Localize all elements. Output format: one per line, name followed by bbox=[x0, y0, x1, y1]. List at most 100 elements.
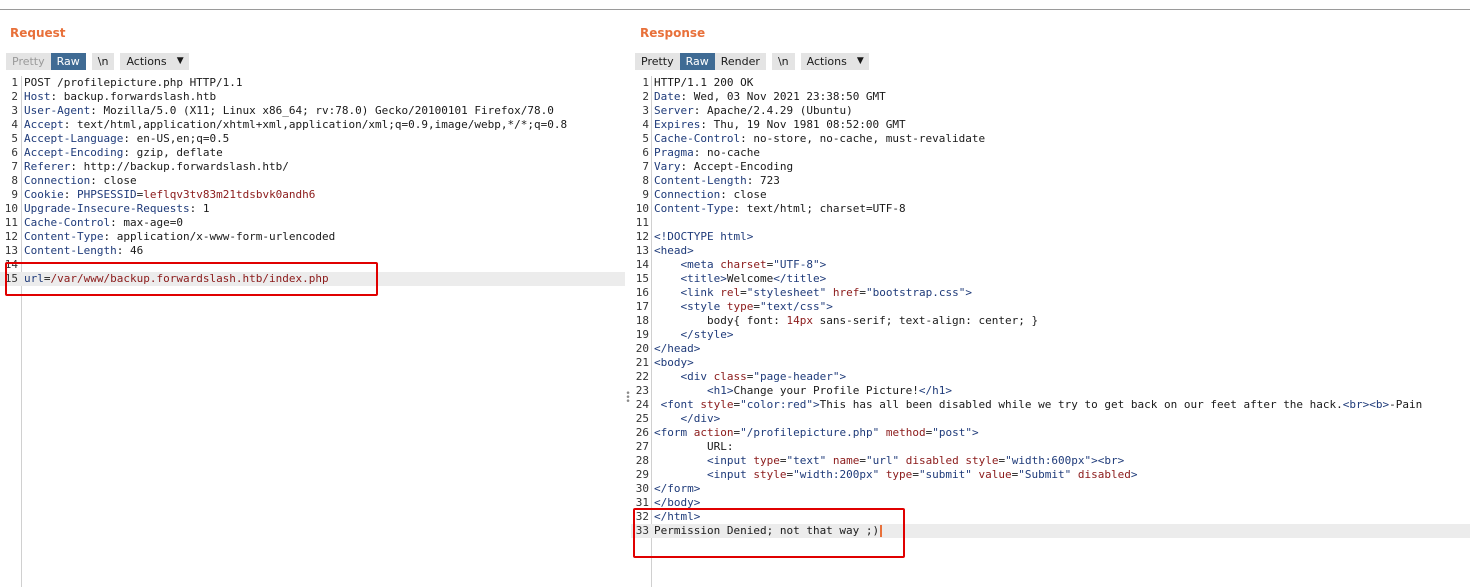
header-name: Expires bbox=[654, 118, 701, 131]
line-number: 26 bbox=[635, 426, 649, 439]
header-name: Connection bbox=[654, 188, 721, 201]
header-separator: : bbox=[110, 216, 124, 229]
line-number: 24 bbox=[635, 398, 649, 411]
code-token: "bootstrap.css" bbox=[865, 286, 966, 299]
header-separator: : bbox=[103, 230, 117, 243]
line-number: 8 bbox=[642, 174, 649, 187]
response-title: Response bbox=[640, 26, 706, 40]
header-value: http://backup.forwardslash.htb/ bbox=[83, 160, 289, 173]
line-code: URL: bbox=[654, 440, 734, 454]
header-value: 1 bbox=[202, 202, 210, 215]
response-actions-button[interactable]: Actions ▼ bbox=[800, 53, 869, 70]
code-token: body{ font: bbox=[654, 314, 787, 327]
line-code: Referer: http://backup.forwardslash.htb/ bbox=[24, 160, 289, 174]
response-line: 17 <style type="text/css"> bbox=[631, 300, 1470, 314]
code-token: class bbox=[713, 370, 747, 383]
line-code: <input style="width:200px" type="submit"… bbox=[654, 468, 1138, 482]
request-pretty-button[interactable]: Pretty bbox=[6, 53, 51, 70]
line-code: HTTP/1.1 200 OK bbox=[654, 76, 753, 90]
header-separator: : bbox=[90, 174, 104, 187]
header-separator: : bbox=[720, 188, 734, 201]
response-line: 22 <div class="page-header"> bbox=[631, 370, 1470, 384]
response-line: 6 Pragma: no-cache bbox=[631, 146, 1470, 160]
code-token: sans-serif; text-align: center; } bbox=[812, 314, 1039, 327]
code-token: rel bbox=[720, 286, 741, 299]
request-actions-button[interactable]: Actions ▼ bbox=[120, 53, 189, 70]
request-toolbar: Pretty Raw \n Actions ▼ bbox=[6, 53, 189, 70]
header-value: Thu, 19 Nov 1981 08:52:00 GMT bbox=[713, 118, 906, 131]
request-line: 8 Connection: close bbox=[0, 174, 625, 188]
line-code: Cookie: PHPSESSID=leflqv3tv83m21tdsbvk0a… bbox=[24, 188, 315, 202]
code-token: "/profilepicture.php" bbox=[740, 426, 880, 439]
response-pretty-button[interactable]: Pretty bbox=[635, 53, 680, 70]
header-value: close bbox=[103, 174, 137, 187]
response-line: 24 <font style="color:red">This has all … bbox=[631, 398, 1470, 412]
line-code: <input type="text" name="url" disabled s… bbox=[654, 454, 1124, 468]
code-token: "Submit" bbox=[1018, 468, 1072, 481]
line-number: 11 bbox=[635, 216, 649, 229]
response-raw-button[interactable]: Raw bbox=[679, 53, 715, 70]
line-code: Content-Type: application/x-www-form-url… bbox=[24, 230, 335, 244]
line-code: </head> bbox=[654, 342, 700, 356]
response-line: 25 </div> bbox=[631, 412, 1470, 426]
header-name: Accept bbox=[24, 118, 64, 131]
request-raw-button[interactable]: Raw bbox=[50, 53, 86, 70]
request-line: 7 Referer: http://backup.forwardslash.htb… bbox=[0, 160, 625, 174]
header-name: Content-Length bbox=[24, 244, 117, 257]
request-line: 9 Cookie: PHPSESSID=leflqv3tv83m21tdsbvk0… bbox=[0, 188, 625, 202]
request-editor[interactable]: 1 POST /profilepicture.php HTTP/1.1 2 Host:… bbox=[0, 76, 625, 587]
response-line: 13 <head> bbox=[631, 244, 1470, 258]
request-newline-button[interactable]: \n bbox=[91, 53, 115, 70]
line-code: Cache-Control: max-age=0 bbox=[24, 216, 183, 230]
request-line: 10 Upgrade-Insecure-Requests: 1 bbox=[0, 202, 625, 216]
code-token: disabled bbox=[1077, 468, 1131, 481]
header-separator: : bbox=[746, 174, 760, 187]
code-token: "stylesheet" bbox=[746, 286, 827, 299]
line-code: Content-Length: 46 bbox=[24, 244, 143, 258]
line-code: <h1>Change your Profile Picture!</h1> bbox=[654, 384, 952, 398]
line-code: Pragma: no-cache bbox=[654, 146, 760, 160]
code-token: > bbox=[819, 258, 827, 271]
line-number: 25 bbox=[635, 412, 649, 425]
response-line: 2 Date: Wed, 03 Nov 2021 23:38:50 GMT bbox=[631, 90, 1470, 104]
header-value: no-store, no-cache, must-revalidate bbox=[753, 132, 986, 145]
code-token: "width:600px" bbox=[1005, 454, 1092, 467]
code-token: type bbox=[726, 300, 754, 313]
code-token: This has all been disabled while we try … bbox=[819, 398, 1343, 411]
code-token: ><br> bbox=[1091, 454, 1125, 467]
line-number: 15 bbox=[635, 272, 649, 285]
response-line: 27 URL: bbox=[631, 440, 1470, 454]
line-text: HTTP/1.1 200 OK bbox=[654, 76, 754, 89]
header-separator: : bbox=[50, 90, 64, 103]
response-line: 9 Connection: close bbox=[631, 188, 1470, 202]
code-token: = bbox=[859, 454, 866, 467]
header-name: User-Agent bbox=[24, 104, 91, 117]
line-number: 6 bbox=[11, 146, 18, 159]
header-name: Date bbox=[654, 90, 681, 103]
code-token: > bbox=[965, 286, 972, 299]
response-line: 30 </form> bbox=[631, 482, 1470, 496]
code-token: "UTF-8" bbox=[773, 258, 820, 271]
request-actions-label: Actions bbox=[126, 55, 167, 68]
header-name: Host bbox=[24, 90, 51, 103]
code-token: "page-header" bbox=[753, 370, 840, 383]
code-token: 14px bbox=[786, 314, 813, 327]
response-newline-button[interactable]: \n bbox=[771, 53, 795, 70]
header-value: 46 bbox=[129, 244, 144, 257]
code-token: </form> bbox=[654, 482, 701, 495]
header-value: Mozilla/5.0 (X11; Linux x86_64; rv:78.0)… bbox=[103, 104, 554, 117]
response-render-button[interactable]: Render bbox=[714, 53, 766, 70]
code-token: <h1> bbox=[706, 384, 734, 397]
header-separator: : bbox=[90, 104, 104, 117]
request-title: Request bbox=[10, 26, 66, 40]
response-line: 16 <link rel="stylesheet" href="bootstra… bbox=[631, 286, 1470, 300]
header-value: backup.forwardslash.htb bbox=[63, 90, 217, 103]
response-toolbar: Pretty Raw Render \n Actions ▼ bbox=[635, 53, 869, 70]
chevron-down-icon: ▼ bbox=[856, 56, 864, 66]
code-token: "url" bbox=[865, 454, 900, 467]
line-number: 4 bbox=[11, 118, 18, 131]
line-code: Accept: text/html,application/xhtml+xml,… bbox=[24, 118, 567, 132]
